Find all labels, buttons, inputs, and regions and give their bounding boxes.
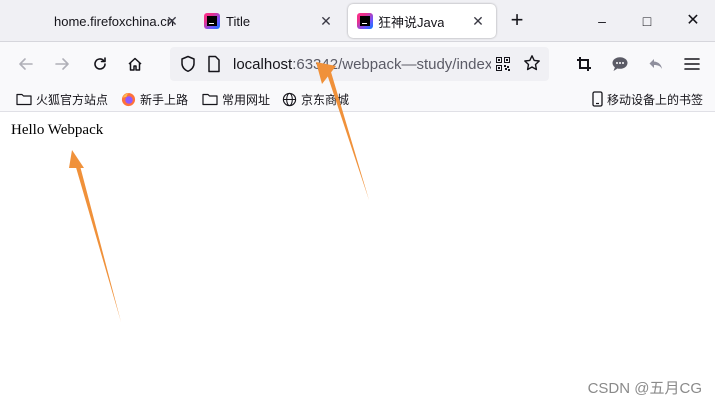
tab-title: home.firefoxchina.cn [54,13,174,29]
undo-button[interactable] [644,52,668,76]
reload-button[interactable] [88,52,112,76]
bookmark-label: 移动设备上的书签 [607,92,704,107]
tab-firefoxchina[interactable]: home.firefoxchina.cn ✕ [14,0,190,42]
close-tab-icon[interactable]: ✕ [470,13,486,29]
bookmarks-bar: 火狐官方站点 新手上路 常用网址 京东商城 移动设备上的书签 [0,86,715,112]
maximize-button[interactable]: □ [634,8,660,34]
bookmark-folder-firefox[interactable]: 火狐官方站点 [16,90,108,108]
home-button[interactable] [123,52,147,76]
new-tab-button[interactable]: + [506,9,528,32]
folder-icon [202,93,218,106]
close-window-button[interactable]: ✕ [680,8,706,34]
jetbrains-icon [204,13,220,29]
address-bar[interactable]: localhost:63342/webpack—study/index.html [170,47,549,81]
tab-title: 狂神说Java [378,14,445,30]
screenshot-button[interactable] [572,52,596,76]
tab-active[interactable]: 狂神说Java ✕ [348,4,496,38]
nav-toolbar: localhost:63342/webpack—study/index.html [0,42,715,86]
watermark: CSDN @五月CG [587,380,702,397]
chat-bubble-icon [612,57,628,71]
bookmark-newbie[interactable]: 新手上路 [121,90,188,108]
tab-title: Title [226,13,251,29]
reload-icon [94,57,106,70]
hamburger-menu-icon [684,58,700,70]
bookmark-label: 新手上路 [140,92,189,107]
arrow-left-icon [19,58,33,70]
bookmark-label: 常用网址 [222,92,271,107]
shield-icon[interactable] [180,55,196,73]
crop-icon [577,57,591,71]
folder-icon [16,93,32,106]
bookmark-star-icon[interactable] [523,54,541,72]
bookmark-folder-common[interactable]: 常用网址 [202,90,270,108]
url-path: :63342/webpack—study/index.html [292,56,491,73]
tab-title-page[interactable]: Title ✕ [194,0,344,42]
close-tab-icon[interactable]: ✕ [318,13,334,29]
qr-code-icon[interactable] [496,57,510,71]
close-tab-icon[interactable]: ✕ [164,13,180,29]
globe-icon [282,92,297,106]
bookmark-label: 京东商城 [301,92,350,107]
forward-button[interactable] [50,52,74,76]
tab-bar: home.firefoxchina.cn ✕ Title ✕ 狂神说Java ✕… [0,0,715,42]
bookmark-label: 火狐官方站点 [36,92,109,107]
arrow-right-icon [55,58,69,70]
app-menu-button[interactable] [680,52,704,76]
bookmark-jd[interactable]: 京东商城 [282,90,349,108]
url-host: localhost [233,56,293,73]
url-text[interactable]: localhost:63342/webpack—study/index.html [233,56,491,73]
chat-button[interactable] [608,52,632,76]
back-button[interactable] [14,52,38,76]
page-text: Hello Webpack [11,122,104,138]
home-icon [128,57,142,71]
undo-icon [649,59,662,69]
mobile-device-icon [592,91,603,107]
page-info-icon[interactable] [207,55,221,73]
minimize-button[interactable]: – [589,8,615,34]
page-content: Hello Webpack CSDN @五月CG [0,112,715,408]
jetbrains-icon [357,13,373,29]
firefox-logo-icon [121,92,136,106]
mobile-bookmarks[interactable]: 移动设备上的书签 [592,90,703,108]
